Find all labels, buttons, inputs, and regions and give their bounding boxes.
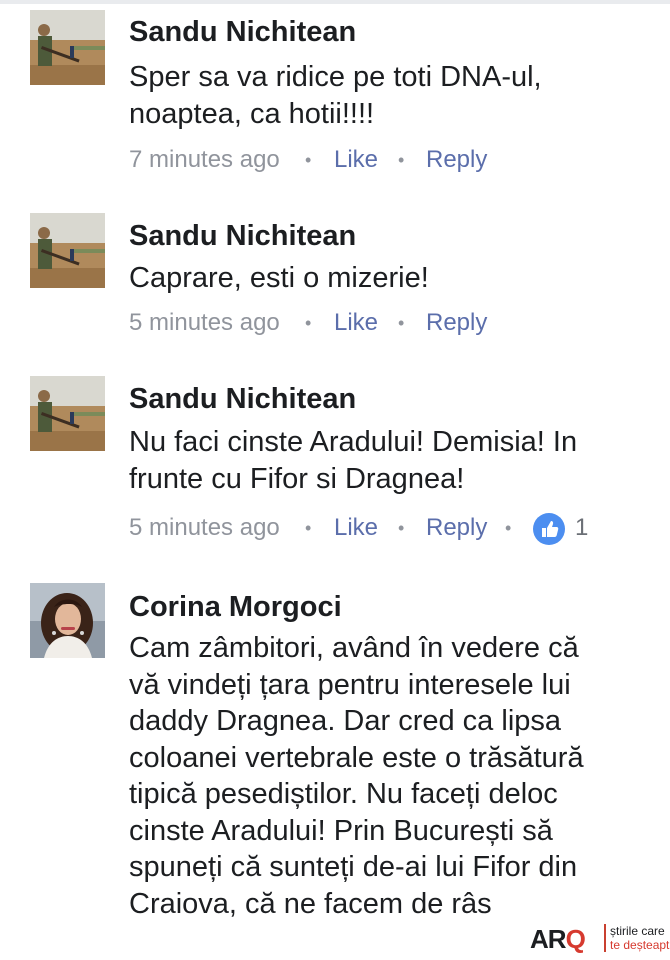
logo-divider: [604, 924, 606, 952]
comment-line: vă vindeți țara pentru interesele lui: [129, 668, 571, 701]
separator-dot: •: [398, 313, 405, 333]
reply-button[interactable]: Reply: [426, 146, 487, 174]
arq-watermark: ARQ știrile care te deșteaptă: [525, 916, 670, 960]
avatar[interactable]: [30, 376, 105, 451]
comment-line: frunte cu Fifor si Dragnea!: [129, 462, 465, 495]
separator-dot: •: [505, 518, 512, 538]
tagline-line-2: te deșteaptă: [610, 938, 670, 952]
comment-line: Nu faci cinste Aradului! Demisia! In: [129, 426, 578, 458]
author-name[interactable]: Sandu Nichitean: [129, 383, 356, 416]
separator-dot: •: [305, 313, 312, 333]
author-name[interactable]: Sandu Nichitean: [129, 16, 356, 49]
avatar[interactable]: [30, 583, 105, 658]
comment-text: Nu faci cinste Aradului! Demisia! In fru…: [129, 424, 649, 497]
separator-dot: •: [305, 150, 312, 170]
separator-dot: •: [398, 518, 405, 538]
comment-text: Sper sa va ridice pe toti DNA-ul, noapte…: [129, 59, 649, 132]
tagline-line-1: știrile care: [610, 924, 665, 938]
comment-line: Caprare, esti o mizerie!: [129, 262, 429, 294]
timestamp[interactable]: 7 minutes ago: [129, 146, 280, 174]
separator-dot: •: [305, 518, 312, 538]
timestamp[interactable]: 5 minutes ago: [129, 309, 280, 337]
like-button[interactable]: Like: [334, 514, 378, 542]
reply-button[interactable]: Reply: [426, 514, 487, 542]
comment-line: noaptea, ca hotii!!!!: [129, 97, 375, 130]
comment-text: Caprare, esti o mizerie!: [129, 260, 649, 297]
separator-dot: •: [398, 150, 405, 170]
comment-text: Cam zâmbitori, având în vedere că vă vin…: [129, 630, 649, 922]
arq-logo: ARQ: [530, 924, 586, 955]
author-name[interactable]: Corina Morgoci: [129, 591, 342, 624]
logo-text: AR: [530, 924, 567, 954]
reply-button[interactable]: Reply: [426, 309, 487, 337]
reaction-count[interactable]: 1: [575, 514, 588, 542]
like-button[interactable]: Like: [334, 146, 378, 174]
like-button[interactable]: Like: [334, 309, 378, 337]
comment-line: cinste Aradului! Prin București să: [129, 814, 553, 847]
comment-line: tipică pesediștilor. Nu faceți deloc: [129, 778, 558, 810]
author-name[interactable]: Sandu Nichitean: [129, 220, 356, 253]
comment-line: coloanei vertebrale este o trăsătură: [129, 741, 584, 774]
logo-accent: Q: [565, 924, 586, 954]
top-divider: [0, 0, 670, 4]
avatar[interactable]: [30, 213, 105, 288]
thumbs-up-icon[interactable]: [533, 513, 565, 545]
comment-line: spuneți că sunteți de-ai lui Fifor din: [129, 851, 578, 883]
comment-line: Cam zâmbitori, având în vedere că: [129, 632, 579, 664]
avatar[interactable]: [30, 10, 105, 85]
comment-line: daddy Dragnea. Dar cred ca lipsa: [129, 705, 562, 737]
comment-line: Sper sa va ridice pe toti DNA-ul,: [129, 61, 542, 93]
timestamp[interactable]: 5 minutes ago: [129, 514, 280, 542]
